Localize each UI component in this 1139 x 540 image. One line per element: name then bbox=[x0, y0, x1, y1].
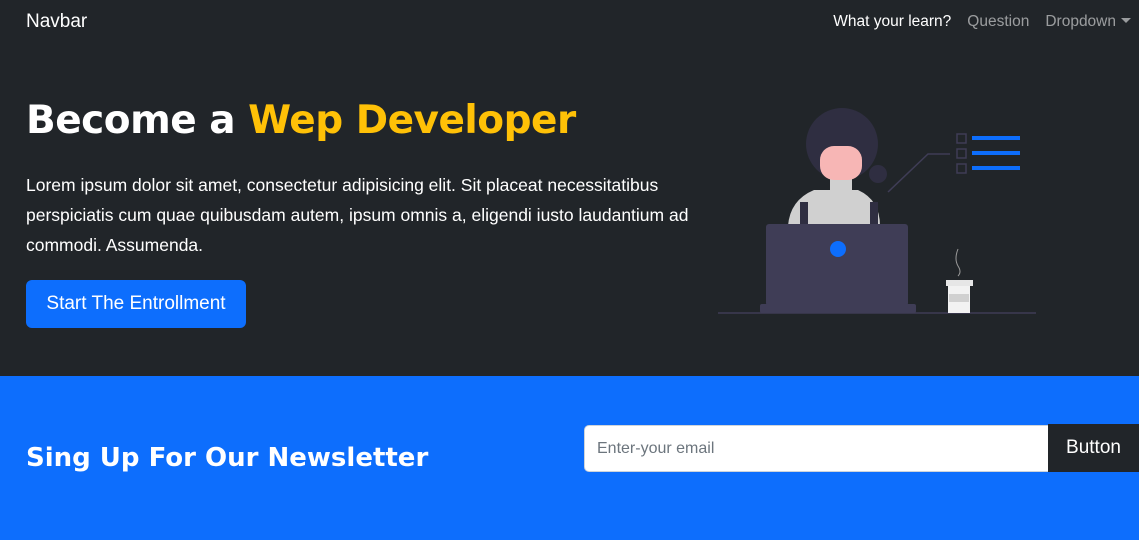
hero-title-accent: Wep Developer bbox=[248, 98, 576, 143]
newsletter-section: Sing Up For Our Newsletter Button bbox=[0, 376, 1139, 540]
navbar: Navbar What your learn? Question Dropdow… bbox=[0, 0, 1139, 46]
start-enrollment-button[interactable]: Start The Entrollment bbox=[26, 280, 246, 328]
newsletter-submit-button[interactable]: Button bbox=[1048, 424, 1139, 472]
laptop-icon bbox=[760, 224, 916, 313]
checklist-icon bbox=[887, 133, 1020, 193]
nav-link-what-you-learn[interactable]: What your learn? bbox=[833, 13, 951, 31]
coffee-cup-icon bbox=[946, 248, 973, 313]
navbar-brand[interactable]: Navbar bbox=[26, 11, 87, 33]
hero-description: Lorem ipsum dolor sit amet, consectetur … bbox=[26, 175, 689, 255]
newsletter-title: Sing Up For Our Newsletter bbox=[26, 443, 429, 473]
hero-title: Become a Wep Developer bbox=[26, 98, 576, 143]
email-input[interactable] bbox=[584, 425, 1049, 472]
woman-laptop-illustration bbox=[718, 108, 1036, 314]
nav-link-question[interactable]: Question bbox=[967, 13, 1029, 31]
caret-down-icon bbox=[1121, 18, 1131, 23]
hero-section: Become a Wep Developer Lorem ipsum dolor… bbox=[0, 46, 1139, 376]
nav-links: What your learn? Question Dropdown bbox=[833, 13, 1131, 31]
woman-figure bbox=[788, 108, 887, 228]
nav-dropdown-label: Dropdown bbox=[1045, 13, 1116, 30]
nav-dropdown[interactable]: Dropdown bbox=[1045, 13, 1131, 31]
hero-title-prefix: Become a bbox=[26, 98, 249, 143]
